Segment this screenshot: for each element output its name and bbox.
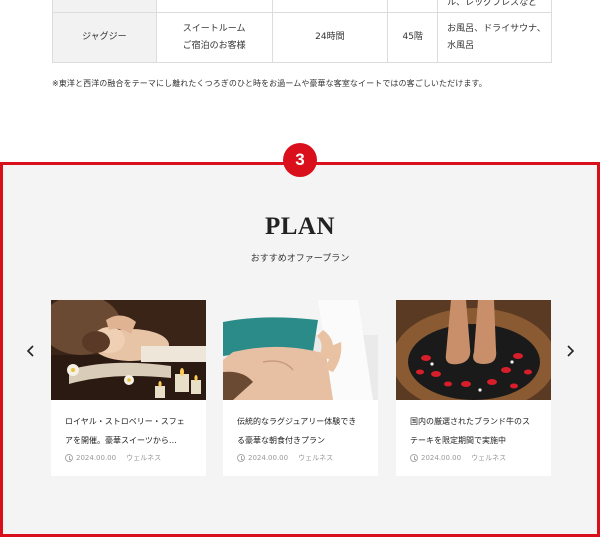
card-meta: 2024.00.00 ウェルネス (410, 453, 506, 463)
card-date: 2024.00.00 (248, 454, 289, 462)
table-cell-hours: 24時間 (271, 12, 389, 63)
table-cell-facility: ジャグジー (52, 12, 157, 63)
chevron-right-icon (567, 345, 575, 357)
carousel-prev-button[interactable] (24, 341, 38, 361)
section-number-badge: 3 (283, 143, 317, 177)
foot-spa-photo (396, 300, 551, 400)
plan-card[interactable]: 国内の厳選されたブランド牛のス テーキを限定期間で実施中 2024.00.00 … (396, 300, 551, 476)
clock-icon (65, 454, 73, 462)
table-cell (271, 0, 389, 13)
table-cell: ル、レッグプレスなど (437, 0, 552, 13)
chevron-left-icon (26, 345, 34, 357)
facial-massage-photo (51, 300, 206, 400)
table-note: ※東洋と西洋の融合をテーマにし離れたくつろぎのひと時をお過ームや豪華な客室なイー… (52, 79, 487, 88)
card-meta: 2024.00.00 ウェルネス (65, 453, 161, 463)
back-massage-photo (223, 300, 378, 400)
plan-card[interactable]: ロイヤル・ストロベリー・スフェ アを開催。豪華スイーツから… 2024.00.0… (51, 300, 206, 476)
table-cell (52, 0, 157, 13)
facility-table: ル、レッグプレスなど ジャグジー スイートルーム ご宿泊のお客様 24時間 45… (52, 0, 552, 63)
table-cell (155, 0, 273, 13)
section-title: PLAN (264, 213, 336, 240)
table-cell (387, 0, 439, 13)
table-cell-eligibility: スイートルーム ご宿泊のお客様 (155, 12, 273, 63)
table-cell-amenities: お風呂、ドライサウナ、 水風呂 (437, 12, 552, 63)
carousel-next-button[interactable] (563, 341, 577, 361)
card-title: 国内の厳選されたブランド牛のス テーキを限定期間で実施中 (410, 417, 530, 445)
card-category: ウェルネス (298, 454, 334, 462)
table-row: ジャグジー スイートルーム ご宿泊のお客様 24時間 45階 お風呂、ドライサウ… (52, 12, 552, 63)
plan-card[interactable]: 伝統的なラグジュアリー体験でき る豪華な朝食付きプラン 2024.00.00 ウ… (223, 300, 378, 476)
card-date: 2024.00.00 (76, 454, 117, 462)
card-title: 伝統的なラグジュアリー体験でき る豪華な朝食付きプラン (237, 417, 357, 445)
table-row: ル、レッグプレスなど (52, 0, 552, 13)
card-category: ウェルネス (471, 454, 507, 462)
card-date: 2024.00.00 (421, 454, 462, 462)
card-title: ロイヤル・ストロベリー・スフェ アを開催。豪華スイーツから… (65, 417, 185, 445)
clock-icon (237, 454, 245, 462)
clock-icon (410, 454, 418, 462)
card-meta: 2024.00.00 ウェルネス (237, 453, 333, 463)
table-cell-floor: 45階 (387, 12, 439, 63)
card-category: ウェルネス (126, 454, 162, 462)
section-subtitle: おすすめオファープラン (250, 254, 350, 264)
